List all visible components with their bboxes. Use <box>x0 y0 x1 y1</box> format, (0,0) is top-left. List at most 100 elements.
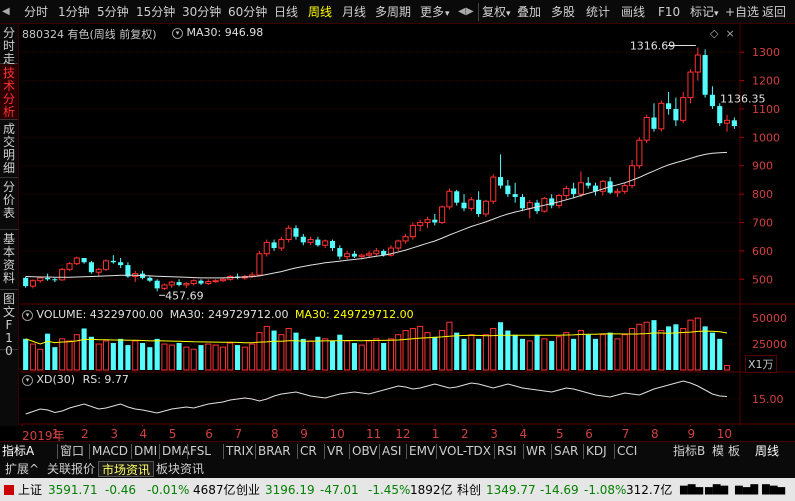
indicator-rsi-tab[interactable]: RSI <box>497 444 517 459</box>
nav-up-arrow-icon[interactable] <box>10 5 19 19</box>
tab-1min[interactable]: 1分钟 <box>58 4 90 21</box>
volume-bar <box>497 322 504 370</box>
volume-unit-label: X1万 <box>745 355 777 373</box>
candle-body <box>95 268 102 273</box>
vtab-price-table[interactable]: 分价表 <box>0 178 18 230</box>
draw-line-button[interactable]: 画线 <box>621 4 645 21</box>
kline-chart[interactable]: 5006007008009001000110012001300 25000500… <box>20 24 795 426</box>
window-buttons[interactable]: ◇ × <box>710 27 735 40</box>
indicator--tab[interactable]: 窗口 <box>60 444 84 459</box>
overlay-button[interactable]: 叠加 <box>517 4 541 21</box>
ma-toggle[interactable]: ▾ MA30: 946.98 <box>172 26 263 39</box>
tab-fenshi[interactable]: 分时 <box>24 4 48 21</box>
fuquan-button[interactable]: 复权▾ <box>482 4 511 21</box>
candle-body <box>680 97 687 121</box>
indicator-voltdx-tab[interactable]: VOL-TDX <box>439 444 491 459</box>
mark-button[interactable]: 标记▾ <box>690 4 719 21</box>
volume-bar <box>219 346 226 371</box>
volume-bar <box>351 343 357 370</box>
indicator-vr-tab[interactable]: VR <box>327 444 344 459</box>
vtab-trade-label: 成交明细 <box>3 122 16 175</box>
vtab-basic-info[interactable]: 基本资料 <box>0 230 18 290</box>
volume-bar <box>482 334 489 371</box>
tab-60min[interactable]: 60分钟 <box>228 4 267 21</box>
xd-toggle-icon[interactable]: ▾ <box>22 374 33 386</box>
indicator-obv-tab[interactable]: OBV <box>352 444 378 459</box>
indicator-trix-tab[interactable]: TRIX <box>226 444 253 459</box>
indicator-separator <box>131 444 132 459</box>
template-tab[interactable]: 模 <box>712 444 724 459</box>
tab-daily[interactable]: 日线 <box>274 4 298 21</box>
tab-15min[interactable]: 15分钟 <box>136 4 175 21</box>
indicator-a-tab[interactable]: 指标A <box>2 444 34 459</box>
vtab-f10[interactable]: 图文F10 <box>0 290 18 358</box>
volume-bar <box>278 334 285 371</box>
volume-toggle-icon[interactable]: ▾ <box>22 309 33 321</box>
f10-button[interactable]: F10 <box>658 4 680 21</box>
sector-news-tab[interactable]: 板块资讯 <box>153 461 207 477</box>
indicator-separator <box>523 444 524 459</box>
vtab-technical-analysis[interactable]: 技术分析 <box>0 64 18 120</box>
level-bars-icon: ▆▅▇ <box>735 484 759 495</box>
indicator-macd-tab[interactable]: MACD <box>92 444 128 459</box>
indicator-b-tab[interactable]: 指标B <box>673 444 705 459</box>
time-axis-label: 6 <box>585 427 593 441</box>
indicator-separator <box>297 444 298 459</box>
volume-bar <box>599 334 606 371</box>
volume-bar <box>658 330 665 371</box>
volume-bar <box>549 340 555 370</box>
indicator-dma-tab[interactable]: DMA <box>162 444 190 459</box>
board-tab[interactable]: 板 <box>728 444 740 459</box>
ma30-value: MA30: 946.98 <box>186 26 264 39</box>
index-cy-name[interactable]: 创业 <box>236 482 260 498</box>
indicator-fsl-tab[interactable]: FSL <box>190 444 211 459</box>
indicator-cci-tab[interactable]: CCI <box>617 444 637 459</box>
toolbar-scroll-right-icon[interactable]: ▶ <box>466 5 475 19</box>
indicator-sar-tab[interactable]: SAR <box>554 444 578 459</box>
indicator-dmi-tab[interactable]: DMI <box>134 444 157 459</box>
candle-body <box>256 253 263 276</box>
time-axis-label: 4 <box>519 427 528 441</box>
index-sh-pct: -0.01% <box>147 483 190 497</box>
indicator-kdj-tab[interactable]: KDJ <box>586 444 607 459</box>
tab-30min[interactable]: 30分钟 <box>182 4 221 21</box>
vtab-f10-label: 图文F10 <box>3 292 16 358</box>
candle-body <box>212 280 219 283</box>
vtab-trade-detail[interactable]: 成交明细 <box>0 120 18 178</box>
tab-5min[interactable]: 5分钟 <box>97 4 129 21</box>
volume-bar <box>417 325 424 371</box>
tab-more[interactable]: 更多▾ <box>420 4 450 21</box>
candle-body <box>439 206 446 224</box>
candle-body <box>519 196 526 209</box>
multi-stock-button[interactable]: 多股 <box>551 4 575 21</box>
index-kc-name[interactable]: 科创 <box>457 482 481 498</box>
volume-bar <box>212 344 219 371</box>
time-axis-label: 4 <box>139 427 148 441</box>
indicator-cr-tab[interactable]: CR <box>300 444 317 459</box>
add-watchlist-button[interactable]: +自选 <box>725 4 759 21</box>
expand-tab[interactable]: 扩展^ <box>2 461 42 477</box>
candle-body <box>402 236 409 242</box>
candle-body <box>621 185 628 192</box>
indicator-asi-tab[interactable]: ASI <box>382 444 401 459</box>
stats-button[interactable]: 统计 <box>586 4 610 21</box>
candle-body <box>651 117 657 129</box>
tab-multi-period[interactable]: 多周期 <box>375 4 411 21</box>
indicator-brar-tab[interactable]: BRAR <box>258 444 291 459</box>
candle-body <box>482 200 489 215</box>
volume-bar <box>723 365 731 371</box>
indicator-emv-tab[interactable]: EMV <box>409 444 435 459</box>
price-tick-label: 1000 <box>752 131 780 144</box>
vtab-intraday[interactable]: 分时走势 <box>0 24 18 79</box>
indicator-wr-tab[interactable]: WR <box>526 444 546 459</box>
tab-monthly[interactable]: 月线 <box>342 4 366 21</box>
candle-body <box>563 187 570 197</box>
price-tick-label: 900 <box>752 160 773 173</box>
candle-body <box>102 260 110 270</box>
index-sh-name[interactable]: 上证 <box>18 482 42 498</box>
volume-bars <box>23 317 731 371</box>
tab-weekly[interactable]: 周线 <box>308 4 332 21</box>
related-quote-tab[interactable]: 关联报价 <box>44 461 98 477</box>
market-news-tab[interactable]: 市场资讯 <box>98 461 155 477</box>
back-button[interactable]: 返回 <box>762 4 786 21</box>
